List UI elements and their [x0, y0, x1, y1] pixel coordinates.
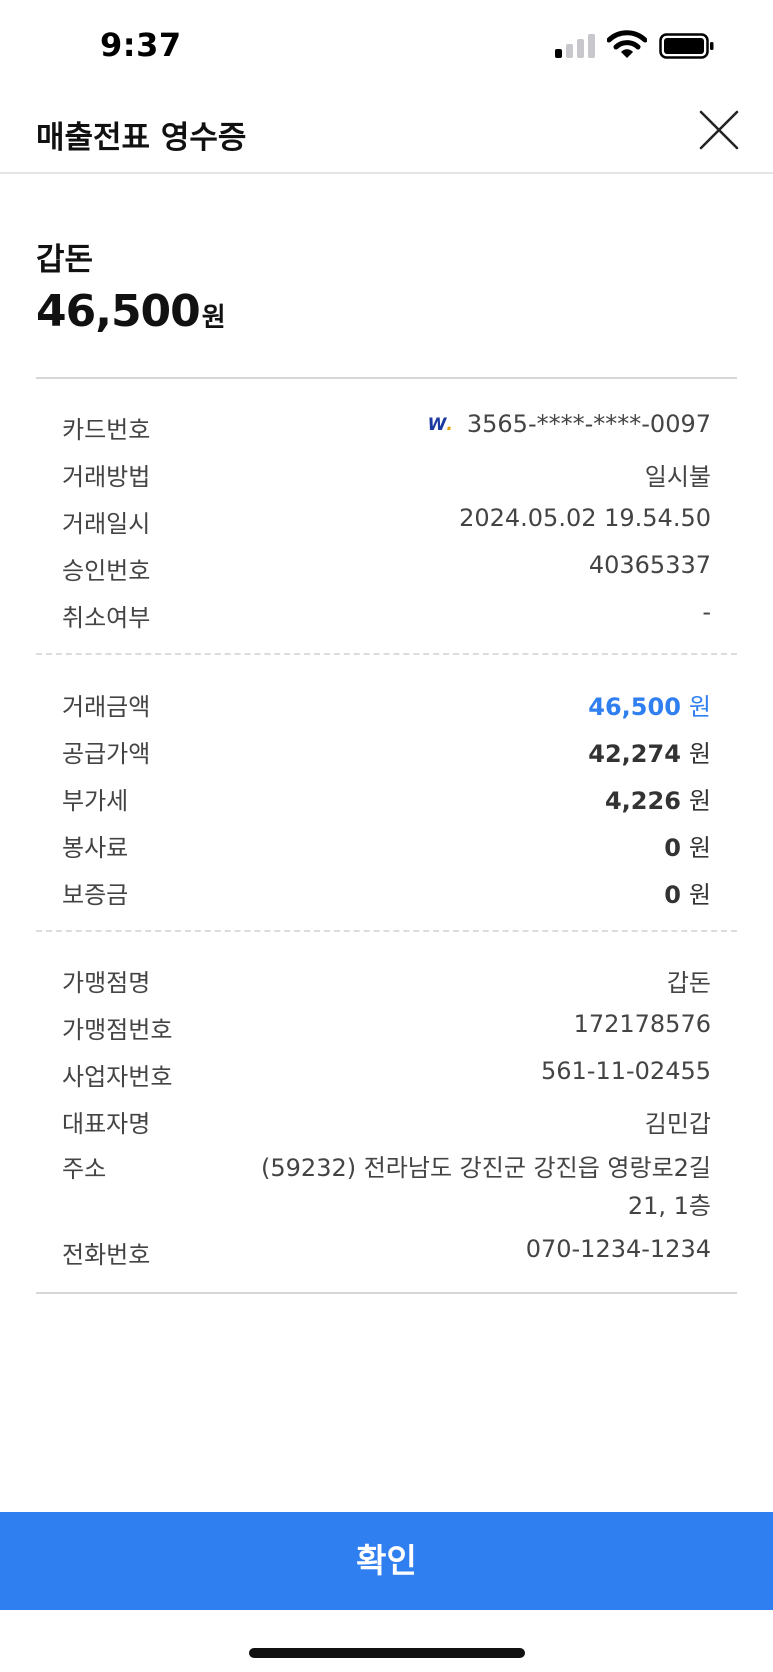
- row-label: 사업자번호: [62, 1063, 173, 1091]
- amount-unit: 원: [688, 787, 711, 815]
- divider: [36, 653, 737, 655]
- status-time: 9:37: [100, 26, 182, 64]
- total-amount-value: 46,500: [36, 286, 201, 337]
- row-value: 갑돈: [666, 969, 711, 997]
- header: 매출전표 영수증: [0, 92, 773, 174]
- wifi-icon: [607, 30, 647, 58]
- row-label: 가맹점명: [62, 969, 151, 997]
- row-value: 42,274 원: [588, 734, 711, 769]
- amount-value: 42,274: [588, 740, 681, 768]
- row-label: 취소여부: [62, 604, 151, 632]
- row-value: 0원: [664, 875, 711, 910]
- amount-unit: 원: [688, 881, 711, 909]
- card-number-value: 3565-****-****-0097: [466, 410, 711, 438]
- row-label: 거래일시: [62, 510, 151, 538]
- home-indicator[interactable]: [249, 1648, 525, 1658]
- row-value: -: [702, 598, 711, 626]
- row-label: 대표자명: [62, 1110, 151, 1138]
- page-title: 매출전표 영수증: [36, 120, 247, 156]
- row-label: 카드번호: [62, 416, 151, 444]
- amount-value: 46,500: [588, 693, 681, 721]
- status-bar: 9:37: [0, 0, 773, 92]
- row-value: 172178576: [573, 1010, 711, 1038]
- row-value: 4,226 원: [605, 781, 711, 816]
- row-label: 거래금액: [62, 693, 151, 721]
- row-value: 0원: [664, 828, 711, 863]
- row-label: 전화번호: [62, 1241, 151, 1269]
- confirm-button-label: 확인: [356, 1542, 417, 1579]
- amount-value: 0: [664, 881, 681, 909]
- amount-value: 0: [664, 834, 681, 862]
- amount-unit: 원: [688, 834, 711, 862]
- total-amount-unit: 원: [201, 303, 226, 333]
- amount-unit: 원: [688, 740, 711, 768]
- battery-icon: [659, 33, 714, 59]
- row-value: 2024.05.02 19.54.50: [459, 504, 711, 532]
- total-amount: 46,500원: [36, 286, 226, 337]
- row-value: W. 3565-****-****-0097: [428, 410, 711, 438]
- amount-unit: 원: [688, 693, 711, 721]
- row-label: 거래방법: [62, 463, 151, 491]
- close-icon: [699, 110, 739, 150]
- row-value: 김민갑: [644, 1110, 711, 1138]
- row-value: 40365337: [588, 551, 711, 579]
- row-label: 가맹점번호: [62, 1016, 173, 1044]
- row-label: 봉사료: [62, 834, 129, 862]
- row-label: 승인번호: [62, 557, 151, 585]
- amount-value: 4,226: [604, 787, 681, 815]
- divider: [36, 377, 737, 379]
- row-label: 부가세: [62, 787, 129, 815]
- merchant-name: 갑돈: [36, 242, 94, 278]
- row-value: (59232) 전라남도 강진군 강진읍 영랑로2길 21, 1층: [261, 1154, 711, 1220]
- row-label: 보증금: [62, 881, 129, 909]
- row-label: 공급가액: [62, 740, 151, 768]
- row-value: 일시불: [644, 463, 711, 491]
- row-value: 46,500 원: [588, 687, 711, 722]
- divider: [36, 930, 737, 932]
- card-brand-logo-icon: W.: [427, 415, 453, 435]
- row-label: 주소: [62, 1155, 107, 1183]
- row-value: 070-1234-1234: [525, 1235, 711, 1263]
- row-value: 561-11-02455: [540, 1057, 711, 1085]
- signal-icon: [555, 34, 597, 58]
- confirm-button[interactable]: 확인: [0, 1512, 773, 1610]
- divider: [36, 1292, 737, 1294]
- close-button[interactable]: [695, 106, 743, 154]
